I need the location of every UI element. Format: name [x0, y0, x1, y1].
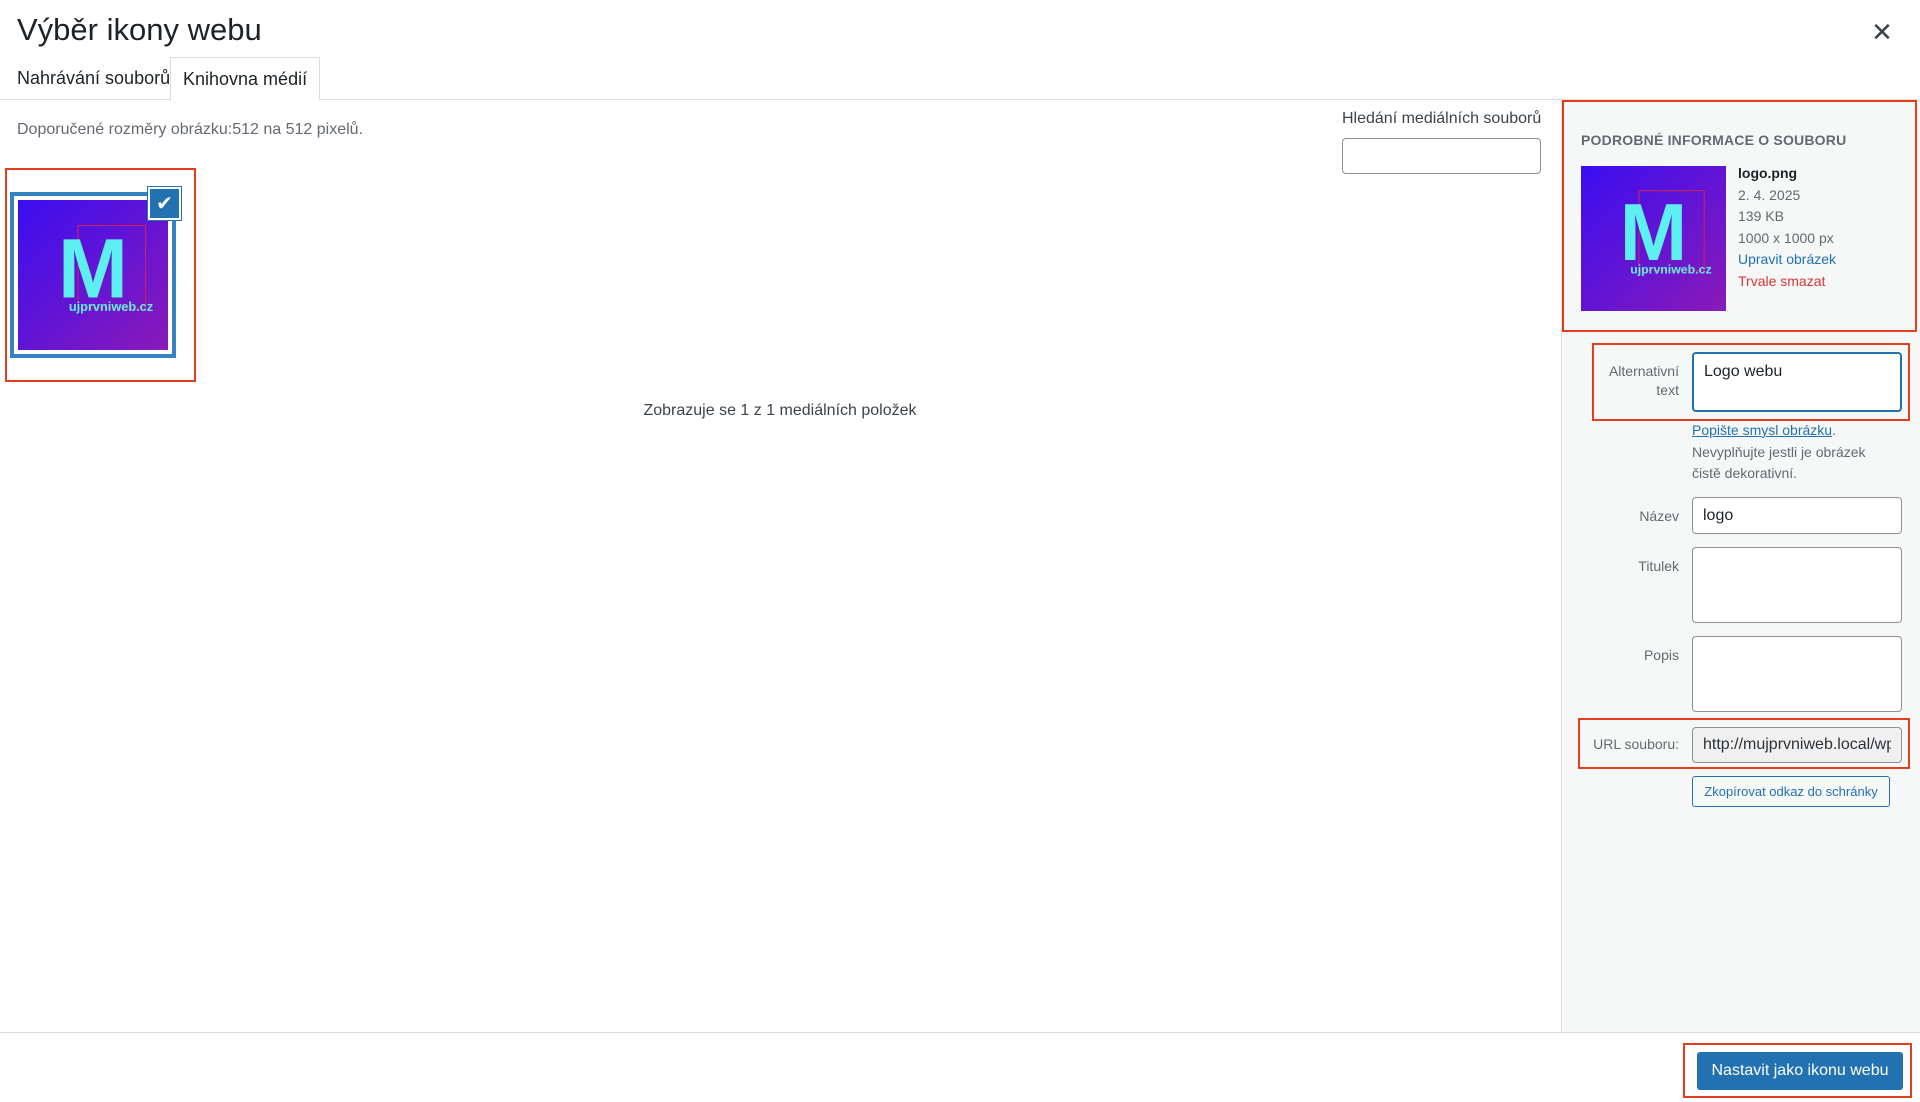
modal-title: Výběr ikony webu: [17, 12, 262, 47]
caption-input[interactable]: [1692, 547, 1902, 623]
search-label: Hledání mediálních souborů: [1342, 110, 1542, 127]
caption-label: Titulek: [1638, 558, 1679, 574]
tab-upload-files[interactable]: Nahrávání souborů: [5, 57, 182, 100]
details-heading: PODROBNÉ INFORMACE O SOUBORU: [1581, 132, 1847, 148]
modal-footer: [0, 1032, 1920, 1102]
file-size: 139 KB: [1738, 208, 1784, 224]
title-input[interactable]: [1692, 497, 1902, 534]
file-name: logo.png: [1738, 165, 1798, 181]
logo-thumbnail: M ujprvniweb.cz: [18, 200, 168, 350]
media-count-text: Zobrazuje se 1 z 1 mediálních položek: [643, 402, 917, 419]
copy-url-button[interactable]: Zkopírovat odkaz do schránky: [1692, 776, 1890, 807]
file-date: 2. 4. 2025: [1738, 186, 1801, 203]
recommended-size-text: Doporučené rozměry obrázku:512 na 512 pi…: [17, 121, 363, 138]
close-icon: ✕: [1871, 16, 1893, 47]
title-label: Název: [1639, 508, 1679, 524]
close-button[interactable]: ✕: [1864, 14, 1900, 50]
alt-text-help: Popište smysl obrázku. Nevyplňujte jestl…: [1692, 420, 1892, 485]
file-dimensions: 1000 x 1000 px: [1738, 229, 1834, 246]
logo-text: ujprvniweb.cz: [1630, 262, 1711, 276]
description-input[interactable]: [1692, 636, 1902, 712]
tab-media-library[interactable]: Knihovna médií: [170, 57, 321, 101]
selected-check-icon[interactable]: ✔: [148, 187, 181, 220]
alt-text-label: Alternativní text: [1608, 363, 1679, 398]
alt-text-input[interactable]: Logo webu: [1692, 352, 1902, 412]
set-site-icon-button[interactable]: Nastavit jako ikonu webu: [1697, 1052, 1903, 1090]
alt-help-link[interactable]: Popište smysl obrázku: [1692, 422, 1832, 438]
delete-permanently-link[interactable]: Trvale smazat: [1738, 271, 1836, 293]
description-label: Popis: [1643, 647, 1679, 663]
file-url-label: URL souboru:: [1593, 736, 1679, 752]
tab-bar: Nahrávání souborů Knihovna médií: [0, 57, 1920, 101]
edit-image-link[interactable]: Upravit obrázek: [1738, 249, 1836, 271]
search-input[interactable]: [1342, 138, 1541, 174]
file-meta: logo.png 2. 4. 2025 139 KB 1000 x 1000 p…: [1738, 163, 1836, 292]
details-logo-thumbnail: M ujprvniweb.cz: [1581, 166, 1726, 311]
file-url-input[interactable]: [1692, 727, 1902, 763]
logo-text: ujprvniweb.cz: [69, 299, 153, 314]
